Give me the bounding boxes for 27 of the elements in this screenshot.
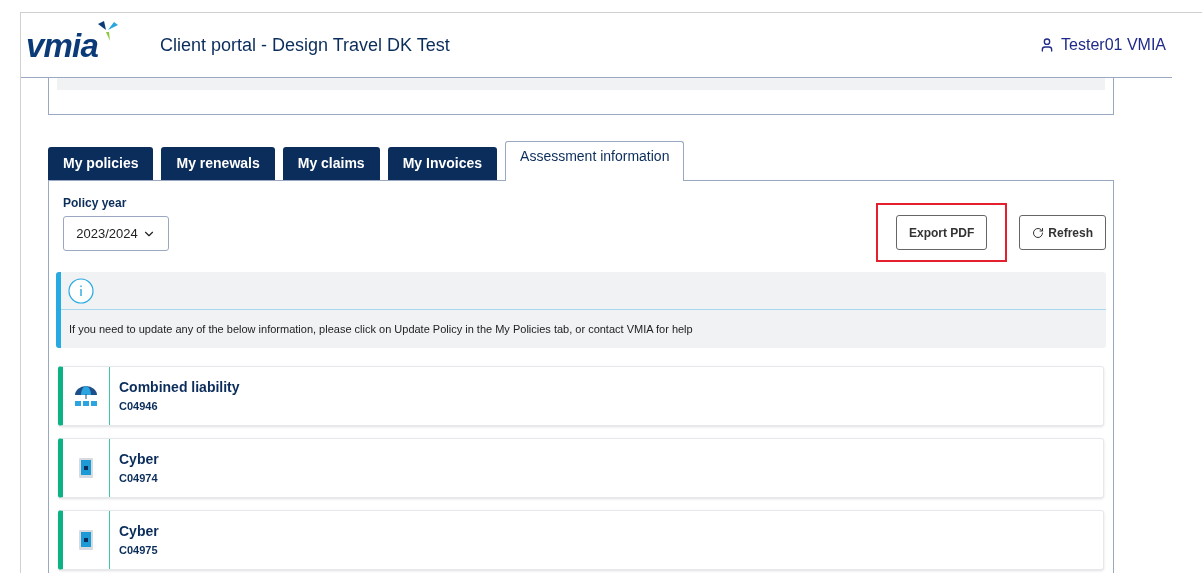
tab[interactable]: My renewals <box>161 147 275 180</box>
refresh-button[interactable]: Refresh <box>1019 215 1106 250</box>
policy-name: Cyber <box>119 522 159 542</box>
policy-code: C04975 <box>119 543 159 559</box>
info-icon <box>68 277 94 304</box>
policy-card[interactable]: Cyber C04975 <box>58 510 1104 570</box>
tab[interactable]: My policies <box>48 147 154 180</box>
field-label: Policy year <box>63 195 128 212</box>
policy-card[interactable]: Cyber C04974 <box>58 438 1104 498</box>
tablet-lock-icon <box>79 530 93 550</box>
umbrella-people-icon <box>73 385 99 407</box>
policy-year-dropdown[interactable]: 2023/2024 <box>63 216 169 251</box>
tablet-lock-icon <box>79 458 93 478</box>
policy-name: Cyber <box>119 450 159 470</box>
user-name[interactable]: Tester01 VMIA <box>1061 33 1166 57</box>
tab[interactable]: Assessment information <box>505 141 685 181</box>
tab[interactable]: My Invoices <box>387 147 498 180</box>
logo[interactable]: vmia <box>26 28 98 62</box>
page-title: Client portal - Design Travel DK Test <box>160 33 450 57</box>
policy-code: C04946 <box>119 399 159 415</box>
policy-code: C04974 <box>119 471 159 487</box>
tab[interactable]: My claims <box>282 147 380 180</box>
info-message: If you need to update any of the below information, please click on Update Policy in the My Policies tab, or contact VMIA for help <box>69 321 693 337</box>
policy-name: Combined liability <box>119 378 240 398</box>
export-button[interactable]: Export PDF <box>895 215 988 250</box>
refresh-icon <box>1032 226 1045 239</box>
policy-card[interactable]: Combined liability C04946 <box>58 366 1104 426</box>
